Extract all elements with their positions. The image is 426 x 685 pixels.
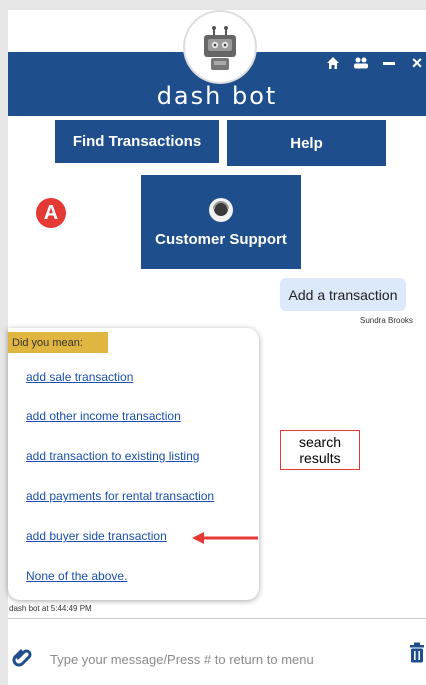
- user-message-bubble: Add a transaction: [280, 278, 406, 311]
- user-message-sender: Sundra Brooks: [360, 316, 413, 325]
- callout-line-2: results: [299, 450, 341, 466]
- users-icon[interactable]: [352, 56, 370, 75]
- home-icon[interactable]: [324, 56, 342, 75]
- none-of-the-above-link[interactable]: None of the above.: [26, 569, 127, 583]
- composer-divider: [8, 618, 426, 619]
- window-frame-left: [0, 0, 8, 685]
- search-results-callout: search results: [280, 430, 360, 470]
- bot-suggestions-card: [8, 328, 259, 600]
- attachment-icon[interactable]: [12, 646, 34, 668]
- customer-support-button[interactable]: Customer Support: [141, 175, 301, 269]
- suggestion-link[interactable]: add payments for rental transaction: [26, 489, 214, 503]
- close-icon[interactable]: ×: [408, 54, 426, 75]
- did-you-mean-label: Did you mean:: [8, 332, 108, 353]
- suggestion-link[interactable]: add other income transaction: [26, 409, 181, 423]
- bot-title: dash bot: [156, 82, 278, 110]
- message-input[interactable]: [48, 644, 382, 674]
- find-transactions-button[interactable]: Find Transactions: [55, 120, 219, 163]
- bot-message-timestamp: dash bot at 5:44:49 PM: [9, 604, 92, 613]
- header-actions: ×: [324, 54, 426, 75]
- customer-support-label: Customer Support: [155, 230, 287, 248]
- suggestion-link[interactable]: add transaction to existing listing: [26, 449, 199, 463]
- suggestion-link[interactable]: add sale transaction: [26, 370, 133, 384]
- red-arrow-annotation: [192, 532, 258, 544]
- callout-line-1: search: [298, 434, 342, 450]
- annotation-badge: A: [36, 198, 66, 228]
- minimize-icon[interactable]: [380, 56, 398, 75]
- trash-icon[interactable]: [408, 642, 426, 664]
- robot-avatar: [185, 12, 255, 82]
- window-frame-top: [0, 0, 426, 10]
- suggestion-link[interactable]: add buyer side transaction: [26, 529, 167, 543]
- help-button[interactable]: Help: [227, 120, 386, 166]
- support-agent-icon: [209, 197, 233, 222]
- message-composer: [8, 638, 426, 678]
- robot-icon: [204, 26, 236, 70]
